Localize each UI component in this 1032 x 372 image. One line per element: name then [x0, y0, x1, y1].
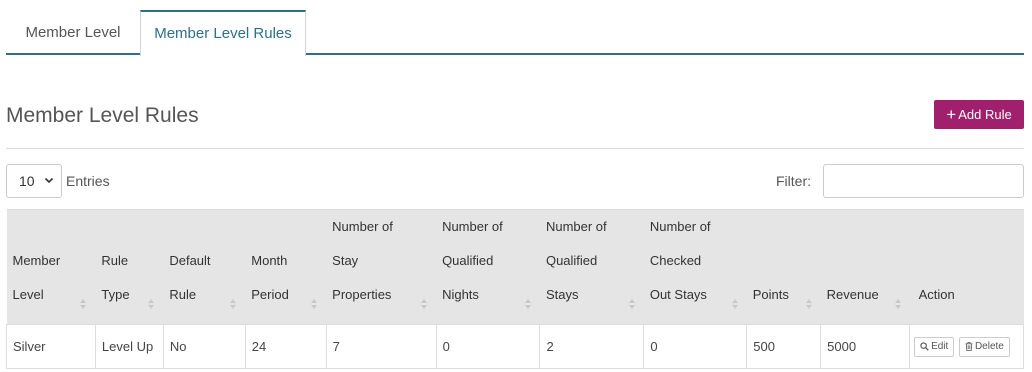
column-header-revenue[interactable]: Revenue: [820, 209, 910, 325]
cell-action: Edit Delete: [909, 324, 1024, 369]
page-title: Member Level Rules: [6, 104, 199, 127]
sort-icon: [894, 299, 901, 309]
column-header-line: Stays: [545, 287, 579, 302]
plus-icon: +: [946, 105, 957, 124]
cell-member-level: Silver: [6, 324, 96, 369]
cell-default-rule: No: [162, 324, 246, 369]
entries-label: Entries: [66, 173, 110, 189]
sort-icon: [80, 299, 87, 309]
search-icon: [920, 342, 929, 351]
sort-icon: [148, 299, 155, 309]
column-header-points[interactable]: Points: [746, 209, 821, 325]
column-header-line: Stay: [332, 253, 359, 268]
sort-icon: [524, 299, 531, 309]
column-header-default-rule[interactable]: Default Rule: [163, 209, 246, 325]
column-header-action: Action: [909, 209, 1024, 325]
cell-qualified-stays: 2: [539, 324, 645, 369]
chevron-down-icon: [44, 177, 54, 184]
tab-bar: Member Level Member Level Rules: [6, 10, 1024, 57]
sort-icon: [311, 299, 318, 309]
cell-qualified-nights: 0: [435, 324, 541, 369]
cell-rule-type: Level Up: [94, 324, 164, 369]
divider: [6, 148, 1024, 149]
table-row: Silver Level Up No 24 7 0 2 0 500 5000 E…: [6, 324, 1024, 369]
entries-select[interactable]: 10: [6, 164, 62, 198]
column-header-line: Member: [12, 253, 61, 268]
column-header-line: Checked: [649, 253, 702, 268]
delete-label: Delete: [974, 341, 1004, 352]
column-header-rule-type[interactable]: Rule Type: [95, 209, 164, 325]
add-rule-button[interactable]: + Add Rule: [934, 100, 1024, 129]
column-header-line: Properties: [332, 287, 392, 302]
sort-icon: [230, 299, 237, 309]
column-header-month-period[interactable]: Month Period: [245, 209, 327, 325]
column-header-number-of-stay-properties[interactable]: Number of Stay Properties: [326, 209, 437, 325]
column-header-line: Level: [12, 287, 44, 302]
column-header-line: Revenue: [826, 287, 879, 302]
tab-member-level-rules[interactable]: Member Level Rules: [140, 10, 306, 57]
column-header-line: Default: [169, 253, 211, 268]
column-header-line: Month: [251, 253, 288, 268]
cell-month-period: 24: [244, 324, 327, 369]
sort-icon: [731, 299, 738, 309]
filter-input[interactable]: [823, 164, 1024, 198]
entries-value: 10: [19, 173, 35, 189]
cell-revenue: 5000: [820, 324, 911, 369]
table-header-row: Member Level Rule Type Default Rule Mont…: [6, 209, 1024, 325]
column-header-line: Action: [918, 287, 955, 302]
cell-stay-properties: 7: [325, 324, 437, 369]
trash-icon: [965, 342, 973, 351]
column-header-line: Qualified: [545, 253, 598, 268]
sort-icon: [628, 299, 635, 309]
column-header-number-of-checked-out-stays[interactable]: Number of Checked Out Stays: [643, 209, 747, 325]
column-header-line: Nights: [442, 287, 479, 302]
cell-points: 500: [746, 324, 822, 369]
cell-checked-out-stays: 0: [643, 324, 748, 369]
tab-member-level[interactable]: Member Level: [6, 10, 140, 55]
column-header-line: Number of: [545, 219, 607, 234]
member-level-rules-table: Member Level Rule Type Default Rule Mont…: [6, 209, 1024, 369]
add-rule-label: Add Rule: [958, 107, 1012, 122]
sort-icon: [421, 299, 428, 309]
sort-icon: [805, 299, 812, 309]
delete-button[interactable]: Delete: [958, 336, 1010, 357]
column-header-number-of-qualified-stays[interactable]: Number of Qualified Stays: [539, 209, 644, 325]
column-header-line: Qualified: [442, 253, 494, 268]
filter-label: Filter:: [776, 173, 811, 189]
column-header-line: Number of: [332, 219, 393, 234]
edit-button[interactable]: Edit: [914, 336, 955, 357]
column-header-line: Number of: [442, 219, 503, 234]
column-header-line: Number of: [649, 219, 711, 234]
column-header-line: Out Stays: [649, 287, 707, 302]
column-header-member-level[interactable]: Member Level: [6, 209, 96, 325]
column-header-number-of-qualified-nights[interactable]: Number of Qualified Nights: [436, 209, 540, 325]
edit-label: Edit: [931, 341, 949, 352]
column-header-line: Rule: [101, 253, 129, 268]
